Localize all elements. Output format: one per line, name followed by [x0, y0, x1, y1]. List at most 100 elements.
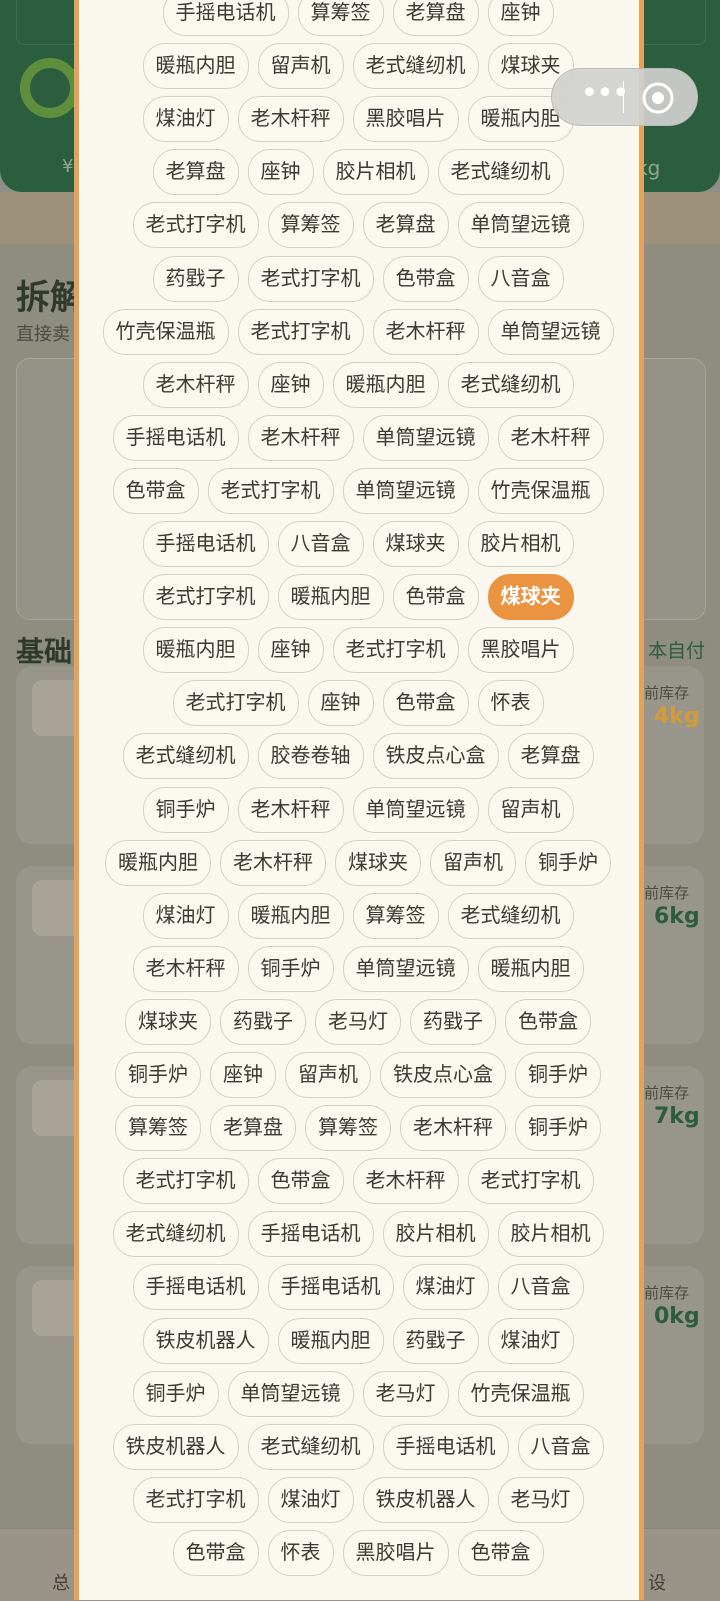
- item-chip[interactable]: 老式打字机: [237, 308, 364, 355]
- item-chip[interactable]: 铜手炉: [115, 1052, 201, 1098]
- item-chip[interactable]: 座钟: [247, 149, 314, 196]
- item-chip[interactable]: 单筒望远镜: [487, 308, 614, 355]
- item-chip[interactable]: 手摇电话机: [162, 0, 289, 36]
- nav-item-settings[interactable]: 设: [648, 1569, 666, 1595]
- item-chip[interactable]: 煤球夹: [335, 839, 421, 886]
- item-chip[interactable]: 黑胶唱片: [467, 627, 574, 674]
- item-chip[interactable]: 老式缝纫机: [112, 1211, 239, 1258]
- item-chip[interactable]: 暖瓶内胆: [477, 945, 584, 992]
- item-chip[interactable]: 老木杆秤: [352, 1158, 459, 1205]
- item-chip[interactable]: 留声机: [285, 1052, 371, 1098]
- nav-item-overview[interactable]: 总: [52, 1569, 70, 1595]
- item-chip[interactable]: 煤油灯: [267, 1476, 354, 1523]
- item-chip[interactable]: 老马灯: [315, 998, 401, 1045]
- item-chip[interactable]: 老式缝纫机: [447, 892, 574, 939]
- item-chip[interactable]: 胶片相机: [322, 149, 429, 196]
- item-chip[interactable]: 座钟: [210, 1052, 276, 1098]
- item-chip[interactable]: 座钟: [257, 361, 324, 408]
- item-chip[interactable]: 色带盒: [112, 467, 199, 514]
- item-chip[interactable]: 手摇电话机: [247, 1211, 374, 1258]
- item-chip[interactable]: 铁皮点心盒: [372, 733, 499, 780]
- item-chip[interactable]: 铜手炉: [132, 1370, 219, 1417]
- item-chip[interactable]: 暖瓶内胆: [142, 627, 249, 674]
- item-chip[interactable]: 药戥子: [392, 1317, 479, 1364]
- item-chip[interactable]: 暖瓶内胆: [277, 574, 384, 621]
- item-chip[interactable]: 手摇电话机: [382, 1423, 509, 1470]
- item-chip[interactable]: 单筒望远镜: [342, 945, 469, 992]
- item-chip[interactable]: 怀表: [477, 680, 544, 727]
- item-chip[interactable]: 手摇电话机: [112, 414, 239, 461]
- item-chip[interactable]: 铁皮机器人: [142, 1317, 269, 1364]
- item-chip[interactable]: 铜手炉: [515, 1052, 601, 1098]
- item-chip[interactable]: 竹壳保温瓶: [477, 467, 604, 514]
- item-chip[interactable]: 留声机: [487, 786, 574, 833]
- item-chip[interactable]: 老式缝纫机: [437, 149, 564, 196]
- item-chip[interactable]: 色带盒: [382, 680, 469, 727]
- item-chip[interactable]: 老木杆秤: [132, 945, 239, 992]
- item-chip[interactable]: 手摇电话机: [132, 1264, 259, 1311]
- item-chip[interactable]: 算筹签: [297, 0, 384, 36]
- item-chip[interactable]: 怀表: [267, 1529, 334, 1576]
- item-chip[interactable]: 煤球夹: [372, 521, 459, 567]
- item-chip[interactable]: 色带盒: [257, 1158, 344, 1205]
- item-chip[interactable]: 老马灯: [362, 1370, 449, 1417]
- item-chip[interactable]: 色带盒: [457, 1529, 544, 1576]
- item-chip[interactable]: 老式缝纫机: [122, 733, 249, 780]
- item-chip[interactable]: 铜手炉: [247, 945, 334, 992]
- item-chip[interactable]: 铜手炉: [515, 1105, 601, 1152]
- item-chip[interactable]: 八音盒: [497, 1264, 584, 1311]
- item-chip[interactable]: 色带盒: [172, 1529, 259, 1576]
- item-chip[interactable]: 算筹签: [305, 1105, 391, 1152]
- item-chip[interactable]: 算筹签: [115, 1105, 201, 1152]
- item-chip[interactable]: 老式打字机: [142, 574, 269, 621]
- item-chip[interactable]: 算筹签: [352, 892, 439, 939]
- item-chip[interactable]: 铜手炉: [142, 786, 229, 833]
- item-chip[interactable]: 色带盒: [392, 574, 479, 621]
- item-chip[interactable]: 老木杆秤: [237, 96, 344, 143]
- item-chip[interactable]: 铁皮机器人: [112, 1423, 239, 1470]
- item-chip[interactable]: 胶片相机: [382, 1211, 489, 1258]
- item-chip[interactable]: 色带盒: [382, 255, 469, 302]
- item-chip[interactable]: 暖瓶内胆: [105, 839, 211, 886]
- item-chip[interactable]: 色带盒: [505, 998, 591, 1045]
- item-chip[interactable]: 老式打字机: [122, 1158, 249, 1205]
- item-chip[interactable]: 煤球夹: [487, 574, 574, 621]
- item-chip[interactable]: 老式缝纫机: [352, 43, 479, 90]
- item-chip[interactable]: 药戥子: [152, 255, 239, 302]
- item-chip[interactable]: 铜手炉: [525, 839, 611, 886]
- item-chip[interactable]: 老木杆秤: [497, 414, 604, 461]
- item-chip[interactable]: 单筒望远镜: [457, 202, 584, 249]
- item-chip[interactable]: 老算盘: [392, 0, 479, 36]
- item-chip[interactable]: 煤油灯: [402, 1264, 489, 1311]
- item-chip[interactable]: 药戥子: [410, 998, 496, 1045]
- item-chip[interactable]: 老木杆秤: [220, 839, 326, 886]
- item-chip[interactable]: 老算盘: [210, 1105, 296, 1152]
- item-chip[interactable]: 老木杆秤: [372, 308, 479, 355]
- item-chip[interactable]: 黑胶唱片: [342, 1529, 449, 1576]
- item-chip[interactable]: 留声机: [430, 839, 516, 886]
- item-chip[interactable]: 暖瓶内胆: [142, 43, 249, 90]
- item-chip[interactable]: 暖瓶内胆: [332, 361, 439, 408]
- item-chip[interactable]: 老木杆秤: [237, 786, 344, 833]
- more-icon[interactable]: •••: [570, 69, 638, 125]
- item-chip[interactable]: 煤油灯: [142, 892, 229, 939]
- item-chip[interactable]: 铁皮点心盒: [380, 1052, 506, 1098]
- item-chip[interactable]: 座钟: [257, 627, 324, 674]
- close-target-icon[interactable]: [640, 80, 676, 116]
- item-chip[interactable]: 竹壳保温瓶: [457, 1370, 584, 1417]
- item-chip[interactable]: 胶片相机: [467, 521, 574, 567]
- item-chip[interactable]: 座钟: [307, 680, 374, 727]
- item-chip[interactable]: 留声机: [257, 43, 344, 90]
- item-chip[interactable]: 老式打字机: [247, 255, 374, 302]
- item-chip[interactable]: 药戥子: [220, 998, 306, 1045]
- item-chip[interactable]: 煤油灯: [142, 96, 229, 143]
- item-chip[interactable]: 老式打字机: [207, 467, 334, 514]
- item-chip[interactable]: 竹壳保温瓶: [102, 308, 229, 355]
- item-chip[interactable]: 单筒望远镜: [362, 414, 489, 461]
- item-chip[interactable]: 座钟: [487, 0, 554, 36]
- item-chip[interactable]: 老式打字机: [132, 1476, 259, 1523]
- item-chip[interactable]: 八音盒: [517, 1423, 604, 1470]
- item-chip[interactable]: 老式打字机: [132, 202, 259, 249]
- item-chip[interactable]: 老木杆秤: [247, 414, 354, 461]
- item-chip[interactable]: 老式打字机: [467, 1158, 594, 1205]
